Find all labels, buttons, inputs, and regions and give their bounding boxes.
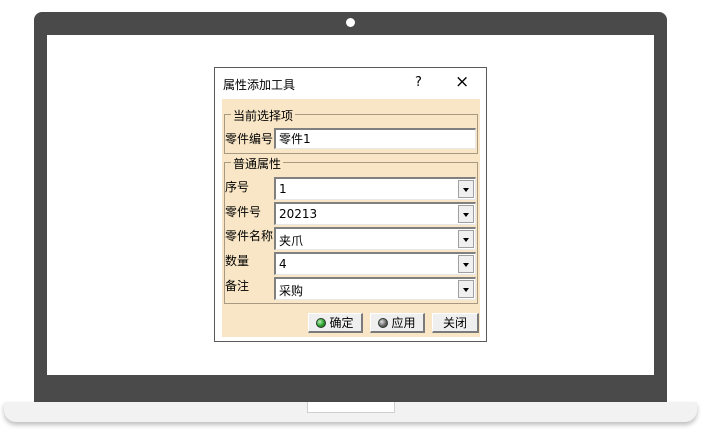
- dialog-body: 当前选择项 零件编号 零件1 普通属性 序号 1 零件号 20213 零件名称 …: [222, 99, 480, 337]
- apply-button-label: 应用: [391, 316, 416, 330]
- chevron-down-icon: [463, 188, 469, 192]
- close-button-label: 关闭: [442, 316, 467, 330]
- remarks-value: 采购: [279, 284, 304, 298]
- part-name-dropdown-button[interactable]: [458, 230, 474, 248]
- ok-button[interactable]: 确定: [308, 313, 363, 333]
- quantity-combo[interactable]: 4: [274, 252, 476, 275]
- part-name-value: 夹爪: [279, 234, 304, 248]
- apply-button[interactable]: 应用: [370, 313, 425, 333]
- camera-dot: [346, 18, 355, 27]
- laptop-notch: [307, 402, 395, 413]
- chevron-down-icon: [463, 213, 469, 217]
- part-no-value: 20213: [279, 207, 318, 221]
- ok-button-label: 确定: [329, 316, 354, 330]
- quantity-label: 数量: [225, 254, 250, 268]
- part-no-combo[interactable]: 20213: [274, 202, 476, 225]
- part-name-combo[interactable]: 夹爪: [274, 227, 476, 250]
- chevron-down-icon: [463, 238, 469, 242]
- ok-status-icon: [316, 317, 327, 328]
- part-name-label: 零件名称: [225, 229, 274, 243]
- part-no-label: 零件号: [225, 205, 262, 219]
- quantity-value: 4: [279, 257, 287, 271]
- current-selection-group-label: 当前选择项: [231, 107, 296, 124]
- common-properties-group-label: 普通属性: [231, 155, 284, 172]
- close-button[interactable]: 关闭: [432, 313, 479, 333]
- serial-number-value: 1: [279, 182, 287, 196]
- serial-number-label: 序号: [225, 180, 250, 194]
- remarks-combo[interactable]: 采购: [274, 277, 476, 300]
- remarks-dropdown-button[interactable]: [458, 280, 474, 298]
- quantity-dropdown-button[interactable]: [458, 255, 474, 273]
- property-add-dialog: 属性添加工具 ? × 当前选择项 零件编号 零件1 普通属性 序号 1 零件号 …: [214, 67, 487, 342]
- serial-number-combo[interactable]: 1: [274, 177, 476, 200]
- apply-status-icon: [378, 317, 389, 328]
- serial-number-dropdown-button[interactable]: [458, 180, 474, 198]
- chevron-down-icon: [463, 263, 469, 267]
- dialog-title: 属性添加工具: [223, 78, 296, 92]
- part-number-label: 零件编号: [225, 132, 274, 146]
- remarks-label: 备注: [225, 279, 250, 293]
- part-no-dropdown-button[interactable]: [458, 205, 474, 223]
- close-icon[interactable]: ×: [455, 72, 469, 92]
- chevron-down-icon: [463, 288, 469, 292]
- help-icon[interactable]: ?: [415, 75, 422, 90]
- dialog-titlebar: 属性添加工具 ? ×: [215, 68, 486, 99]
- part-number-field[interactable]: 零件1: [274, 128, 476, 149]
